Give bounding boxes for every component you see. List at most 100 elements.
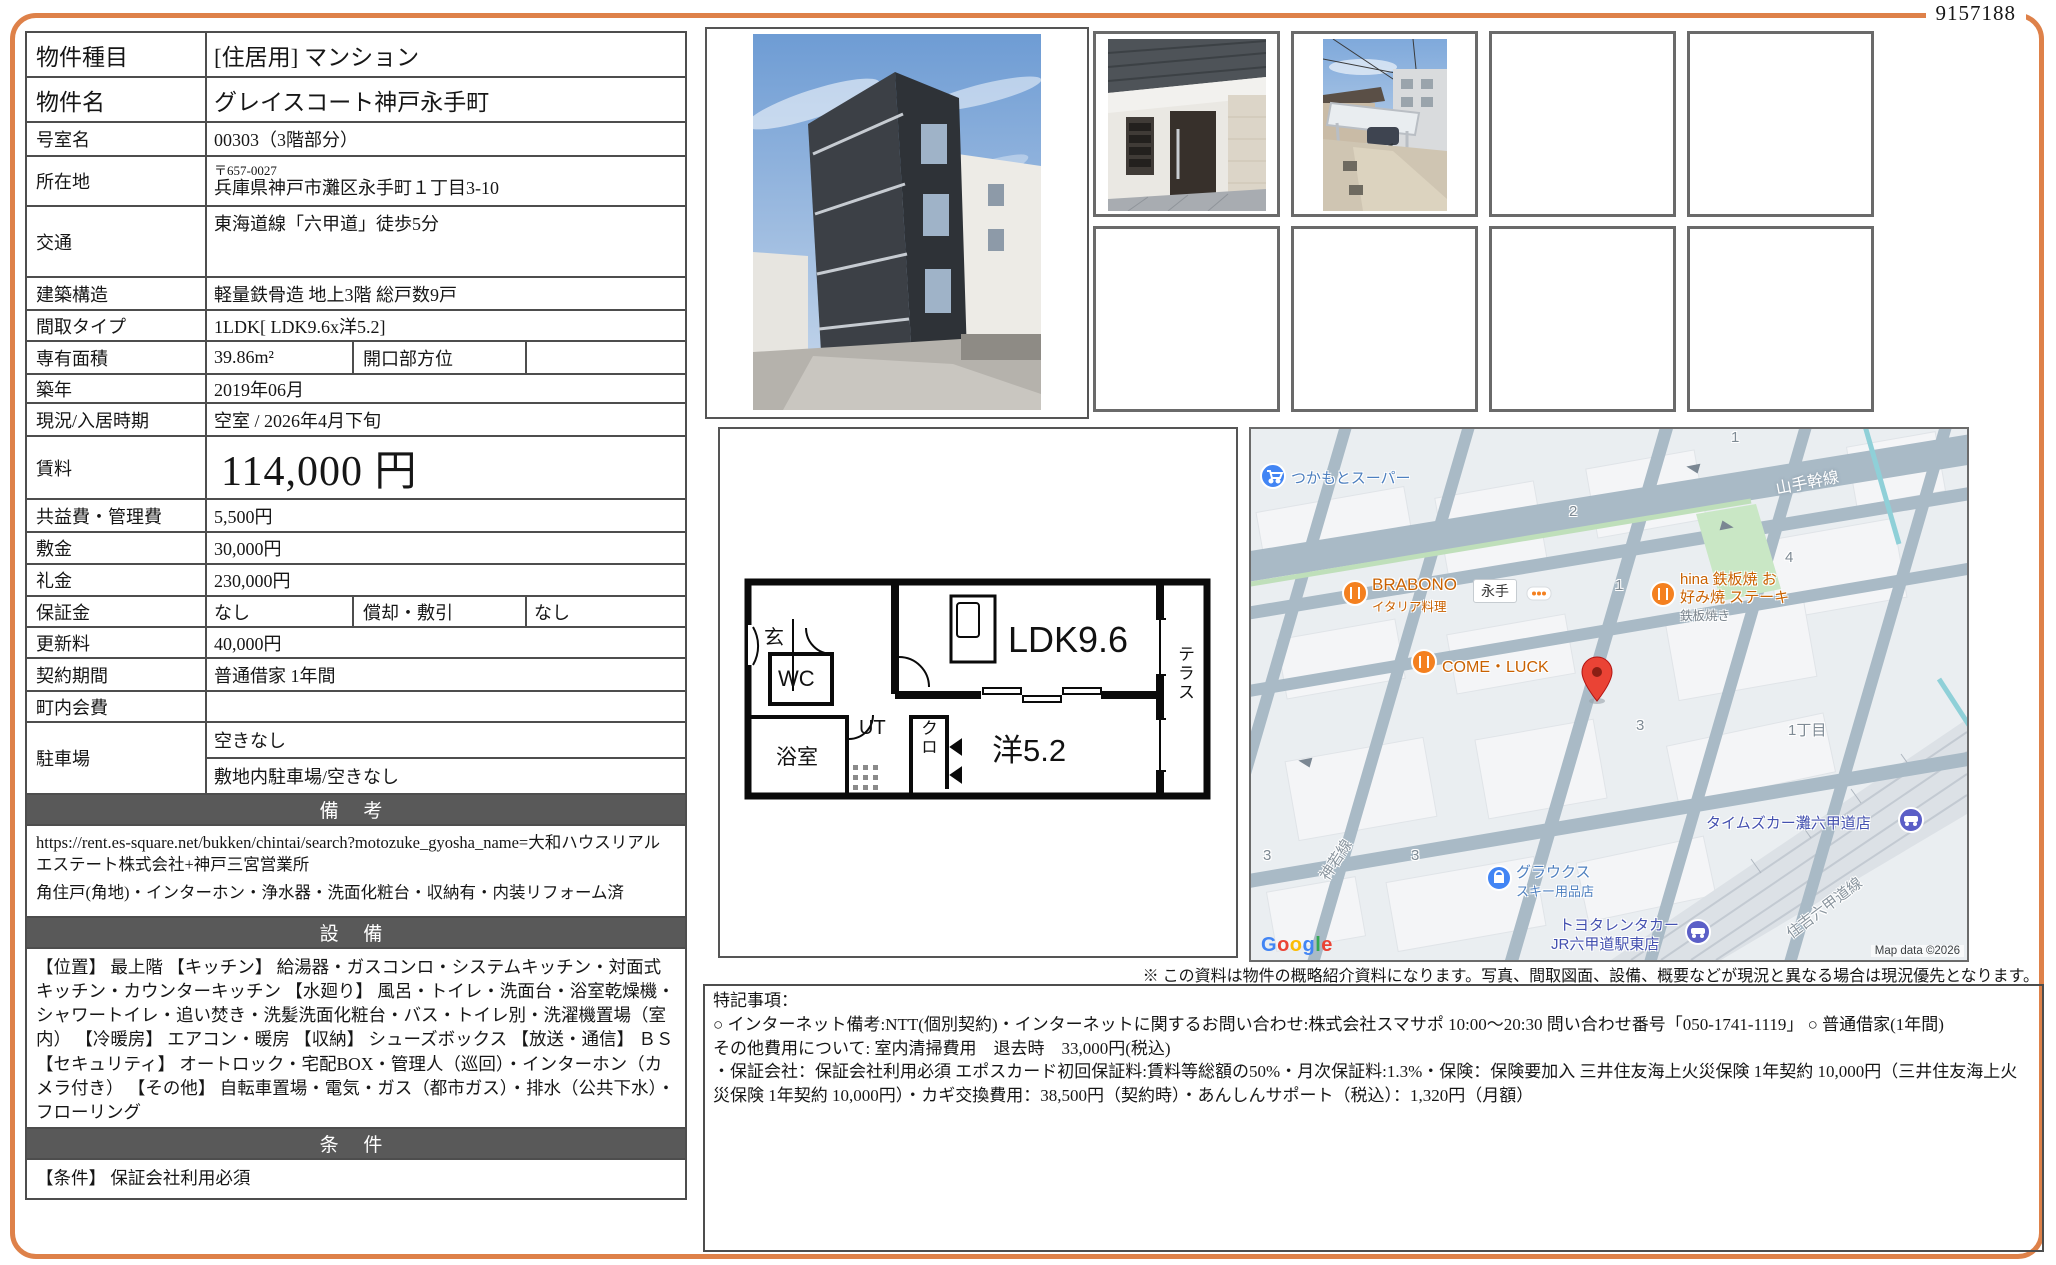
bus-stop-icon — [1527, 587, 1551, 600]
section-header-row: 設 備 — [26, 917, 686, 948]
photo-entrance — [1093, 31, 1280, 217]
table-row: 建築構造 軽量鉄骨造 地上3階 総戸数9戸 — [26, 277, 686, 310]
special-notes-line: ○ インターネット備考:NTT(個別契約)・インターネットに関するお問い合わせ:… — [713, 1013, 2034, 1037]
restaurant-icon — [1412, 650, 1436, 674]
room-label-terrace: テラス — [1172, 645, 1197, 702]
restaurant-icon — [1651, 582, 1675, 606]
restaurant-icon — [1343, 581, 1367, 605]
row-label: 現況/入居時期 — [26, 403, 206, 436]
photo-slot-empty — [1489, 226, 1676, 412]
equipment-text: 【位置】 最上階 【キッチン】 給湯器・ガスコンロ・システムキッチン・対面式キッ… — [34, 952, 678, 1127]
special-notes-line: ・保証会社：保証会社利用必須 エポスカード初回保証料:賃料等総額の50%・月次保… — [713, 1060, 2034, 1108]
map-block-number: 1丁目 — [1788, 719, 1826, 740]
row-value: なし — [526, 596, 686, 627]
building-photo-illustration — [753, 34, 1041, 410]
row-label: 償却・敷引 — [353, 596, 526, 627]
property-sheet: 9157188 物件種目 [住居用] マンション 物件名 グレイスコート神戸永手… — [0, 0, 2056, 1265]
photo-street-parking — [1291, 31, 1478, 217]
row-label: 物件名 — [26, 77, 206, 122]
row-label: 号室名 — [26, 122, 206, 156]
photo-slot-empty — [1687, 31, 1874, 217]
row-value: 30,000円 — [206, 532, 686, 564]
row-value: 2019年06月 — [206, 374, 686, 403]
table-row: 所在地 〒657-0027 兵庫県神戸市灘区永手町１丁目3-10 — [26, 156, 686, 206]
row-value: 軽量鉄骨造 地上3階 総戸数9戸 — [206, 277, 686, 310]
row-value: 230,000円 — [206, 564, 686, 596]
map-copyright: Map data ©2026 — [1871, 945, 1964, 957]
row-label: 礼金 — [26, 564, 206, 596]
table-row: 保証金 なし 償却・敷引 なし — [26, 596, 686, 627]
street-photo-illustration — [1323, 39, 1447, 211]
map-label-times-car: タイムズカー灘六甲道店 — [1706, 812, 1871, 833]
row-label: 更新料 — [26, 627, 206, 658]
disclaimer-text: ※ この資料は物件の概略紹介資料になります。写真、間取図面、設備、概要などが現況… — [1143, 962, 2039, 986]
table-row: 物件名 グレイスコート神戸永手町 — [26, 77, 686, 122]
row-label: 間取タイプ — [26, 310, 206, 341]
row-label: 敷金 — [26, 532, 206, 564]
row-value: 〒657-0027 兵庫県神戸市灘区永手町１丁目3-10 — [206, 156, 686, 206]
remarks-cell: https://rent.es-square.net/bukken/chinta… — [26, 825, 686, 917]
row-label: 建築構造 — [26, 277, 206, 310]
room-label-ldk: LDK9.6 — [1008, 619, 1128, 661]
special-notes-box: 特記事項： ○ インターネット備考:NTT(個別契約)・インターネットに関するお… — [703, 984, 2044, 1252]
row-value: 5,500円 — [206, 499, 686, 532]
row-label: 交通 — [26, 206, 206, 277]
remarks-url: https://rent.es-square.net/bukken/chinta… — [34, 829, 678, 879]
table-row: 交通 東海道線「六甲道」徒歩5分 — [26, 206, 686, 277]
shopping-icon — [1487, 866, 1511, 890]
map-label-brabono: BRABONO — [1372, 575, 1457, 595]
equipment-cell: 【位置】 最上階 【キッチン】 給湯器・ガスコンロ・システムキッチン・対面式キッ… — [26, 948, 686, 1128]
google-logo: Google — [1261, 934, 1333, 957]
location-map: つかもとスーパー 2 1 山手幹線 BRABONO イタリア料理 永手 1 hi… — [1249, 427, 1969, 962]
table-row: 【位置】 最上階 【キッチン】 給湯器・ガスコンロ・システムキッチン・対面式キッ… — [26, 948, 686, 1128]
row-value: 空室 / 2026年4月下旬 — [206, 403, 686, 436]
row-label: 開口部方位 — [353, 341, 526, 374]
row-value: 00303（3階部分） — [206, 122, 686, 156]
photo-building-exterior — [705, 27, 1089, 419]
map-block-number: 3 — [1636, 717, 1644, 734]
car-rental-icon — [1899, 808, 1923, 832]
row-value: 普通借家 1年間 — [206, 658, 686, 691]
room-label-bath: 浴室 — [776, 741, 818, 771]
equipment-header: 設 備 — [26, 917, 686, 948]
row-label: 賃料 — [26, 436, 206, 499]
row-value: 1LDK[ LDK9.6x洋5.2] — [206, 310, 686, 341]
map-label-comeluck: COME・LUCK — [1442, 653, 1549, 677]
table-row: 町内会費 — [26, 691, 686, 722]
photo-slot-empty — [1093, 226, 1280, 412]
table-row: 号室名 00303（3階部分） — [26, 122, 686, 156]
floor-plan: 玄 WC 浴室 UT クロ LDK9.6 洋5.2 テラス — [718, 427, 1238, 958]
map-label-hina: 好み焼 ステーキ — [1680, 586, 1789, 607]
row-label: 物件種目 — [26, 32, 206, 77]
row-value — [526, 341, 686, 374]
section-header-row: 備 考 — [26, 794, 686, 825]
map-block-number: 1 — [1615, 577, 1623, 594]
row-value: 40,000円 — [206, 627, 686, 658]
map-label-glaux: グラウクス — [1516, 861, 1591, 882]
supermarket-icon — [1261, 464, 1285, 488]
postal-code: 〒657-0027 — [214, 162, 678, 178]
room-label-western: 洋5.2 — [992, 725, 1066, 770]
row-label: 築年 — [26, 374, 206, 403]
row-value: 39.86m² — [206, 341, 353, 374]
special-notes-title: 特記事項： — [713, 989, 2034, 1013]
table-row: 現況/入居時期 空室 / 2026年4月下旬 — [26, 403, 686, 436]
section-header-row: 条 件 — [26, 1128, 686, 1159]
floor-plan-drawing — [720, 429, 1236, 956]
row-label: 共益費・管理費 — [26, 499, 206, 532]
remarks-header: 備 考 — [26, 794, 686, 825]
row-value: なし — [206, 596, 353, 627]
conditions-header: 条 件 — [26, 1128, 686, 1159]
special-notes-line: その他費用について: 室内清掃費用 退去時 33,000円(税込) — [713, 1037, 2034, 1061]
row-label: 保証金 — [26, 596, 206, 627]
row-value: グレイスコート神戸永手町 — [206, 77, 686, 122]
map-block-number: 1 — [1731, 429, 1739, 446]
entrance-photo-illustration — [1108, 39, 1266, 211]
table-row: https://rent.es-square.net/bukken/chinta… — [26, 825, 686, 917]
map-label-glaux-sub: スキー用品店 — [1516, 881, 1594, 900]
room-label-closet: クロ — [915, 719, 940, 757]
map-bus-stop-label: 永手 — [1473, 579, 1517, 603]
map-block-number: 3 — [1411, 847, 1419, 864]
property-details-table: 物件種目 [住居用] マンション 物件名 グレイスコート神戸永手町 号室名 00… — [25, 31, 687, 1200]
row-label: 所在地 — [26, 156, 206, 206]
